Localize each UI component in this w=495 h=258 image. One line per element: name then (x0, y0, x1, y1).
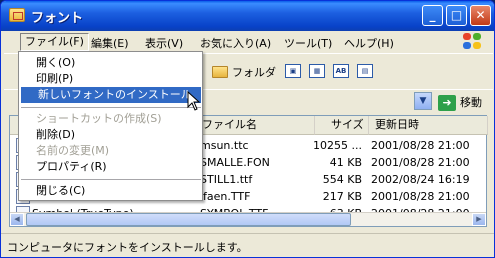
scroll-right-icon[interactable]: ▶ (472, 213, 486, 226)
explorer-window: フォント _ □ ✕ ファイル(F) 編集(E) 表示(V) お気に入り(A) … (0, 0, 495, 258)
menu-edit[interactable]: 編集(E) (91, 35, 129, 51)
file-name: msun.ttc (200, 139, 249, 152)
menu-item-install-new-font[interactable]: 新しいフォントのインストール(I)... (21, 87, 201, 117)
go-arrow-icon: ➜ (438, 95, 456, 111)
status-bar: コンピュータにフォントをインストールします。 (1, 233, 494, 257)
menu-item-close[interactable]: 閉じる(C) (19, 183, 202, 199)
large-icons-view-button[interactable]: ▣ (285, 64, 301, 78)
menu-item-open[interactable]: 開く(O) (19, 55, 202, 71)
menu-help[interactable]: ヘルプ(H) (344, 35, 394, 51)
folders-button[interactable]: フォルダ (212, 64, 276, 80)
scroll-thumb[interactable] (26, 213, 351, 226)
file-date: 2002/08/24 16:19 (371, 173, 470, 186)
menu-item-properties[interactable]: プロパティ(R) (19, 159, 202, 175)
mouse-cursor-icon (187, 91, 201, 111)
go-button-label: 移動 (460, 96, 482, 109)
menu-bar: ファイル(F) 編集(E) 表示(V) お気に入り(A) ツール(T) ヘルプ(… (4, 31, 493, 53)
file-name: SMALLE.FON (200, 156, 270, 169)
menu-item-delete[interactable]: 削除(D) (19, 127, 202, 143)
scroll-left-icon[interactable]: ◀ (10, 213, 24, 226)
window-title: フォント (31, 11, 84, 26)
similarity-view-button[interactable]: AB (333, 64, 349, 78)
file-size: 217 KB (322, 190, 362, 203)
menu-favorites[interactable]: お気に入り(A) (200, 35, 271, 51)
folder-icon (212, 66, 228, 78)
status-text: コンピュータにフォントをインストールします。 (7, 241, 248, 254)
file-size: 554 KB (322, 173, 362, 186)
file-menu-dropdown: 開く(O) 印刷(P) 新しいフォントのインストール(I)... ショートカット… (18, 51, 203, 201)
column-header-name[interactable]: ファイル名 (198, 116, 315, 135)
maximize-button[interactable]: □ (446, 5, 467, 26)
minimize-button[interactable]: _ (422, 5, 443, 26)
menu-separator (21, 179, 201, 180)
menu-tools[interactable]: ツール(T) (284, 35, 332, 51)
column-header-size[interactable]: サイズ (315, 116, 369, 135)
file-size: 41 KB (329, 156, 362, 169)
file-date: 2001/08/28 21:00 (371, 156, 470, 169)
close-button[interactable]: ✕ (470, 5, 491, 26)
file-name: lfaen.TTF (200, 190, 251, 203)
fonts-folder-icon (9, 8, 25, 22)
go-button[interactable]: ➜ 移動 (438, 94, 482, 111)
menu-view[interactable]: 表示(V) (145, 35, 183, 51)
title-bar[interactable]: フォント _ □ ✕ (1, 1, 494, 31)
menu-file[interactable]: ファイル(F) (20, 33, 89, 51)
folders-button-label: フォルダ (232, 66, 276, 79)
menu-item-rename[interactable]: 名前の変更(M) (19, 143, 202, 159)
details-view-button[interactable]: ▤ (357, 64, 373, 78)
file-date: 2001/08/28 21:00 (371, 190, 470, 203)
list-view-button[interactable]: ▦ (309, 64, 325, 78)
address-dropdown-button[interactable]: ▼ (414, 92, 432, 110)
file-date: 2001/08/28 21:00 (371, 139, 470, 152)
menu-separator (21, 107, 201, 108)
menu-item-print[interactable]: 印刷(P) (19, 71, 202, 87)
file-name: STILL1.ttf (200, 173, 253, 186)
windows-logo-icon (463, 33, 483, 51)
file-size: 10255 ... (313, 139, 362, 152)
column-header-date[interactable]: 更新日時 (369, 116, 488, 135)
horizontal-scrollbar[interactable]: ◀ ▶ (10, 212, 486, 226)
menu-item-create-shortcut[interactable]: ショートカットの作成(S) (19, 111, 202, 127)
